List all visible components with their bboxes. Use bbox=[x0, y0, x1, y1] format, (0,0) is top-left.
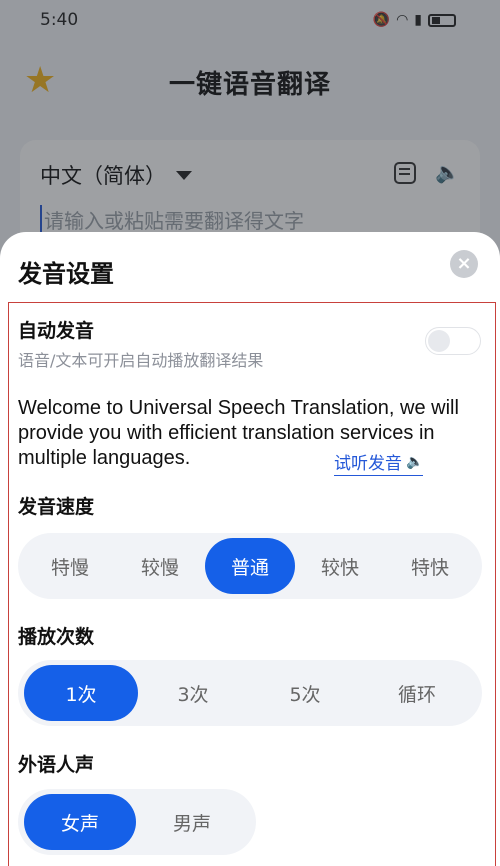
speed-selector: 特慢 较慢 普通 较快 特快 bbox=[18, 533, 482, 599]
voice-option-selected[interactable]: 女声 bbox=[24, 794, 136, 850]
speed-option[interactable]: 特快 bbox=[384, 538, 476, 594]
toggle-knob bbox=[428, 330, 450, 352]
repeat-option-selected[interactable]: 1次 bbox=[24, 665, 138, 721]
listen-preview-label: 试听发音 bbox=[334, 454, 402, 474]
speed-option[interactable]: 较慢 bbox=[114, 538, 206, 594]
voice-option[interactable]: 男声 bbox=[136, 794, 248, 850]
speed-option[interactable]: 较快 bbox=[294, 538, 386, 594]
speed-option[interactable]: 特慢 bbox=[24, 538, 116, 594]
sheet-title: 发音设置 bbox=[18, 260, 114, 288]
listen-preview-link[interactable]: 试听发音 🔈 bbox=[334, 449, 424, 476]
speaker-icon: 🔈 bbox=[406, 453, 424, 470]
close-icon: × bbox=[456, 253, 472, 274]
close-button[interactable]: × bbox=[450, 250, 478, 278]
auto-speak-label: 自动发音 bbox=[18, 320, 95, 342]
repeat-option[interactable]: 循环 bbox=[360, 665, 474, 721]
speed-option-selected[interactable]: 普通 bbox=[205, 538, 295, 594]
repeat-selector: 1次 3次 5次 循环 bbox=[18, 660, 482, 726]
speed-label: 发音速度 bbox=[18, 496, 95, 518]
repeat-option[interactable]: 3次 bbox=[136, 665, 250, 721]
repeat-label: 播放次数 bbox=[18, 626, 95, 648]
voice-label: 外语人声 bbox=[18, 754, 95, 776]
auto-speak-toggle[interactable] bbox=[425, 327, 481, 355]
pronunciation-settings-sheet: 发音设置 × 自动发音 语音/文本可开启自动播放翻译结果 Welcome to … bbox=[0, 232, 500, 866]
auto-speak-description: 语音/文本可开启自动播放翻译结果 bbox=[18, 351, 264, 370]
voice-selector: 女声 男声 bbox=[18, 789, 256, 855]
repeat-option[interactable]: 5次 bbox=[248, 665, 362, 721]
